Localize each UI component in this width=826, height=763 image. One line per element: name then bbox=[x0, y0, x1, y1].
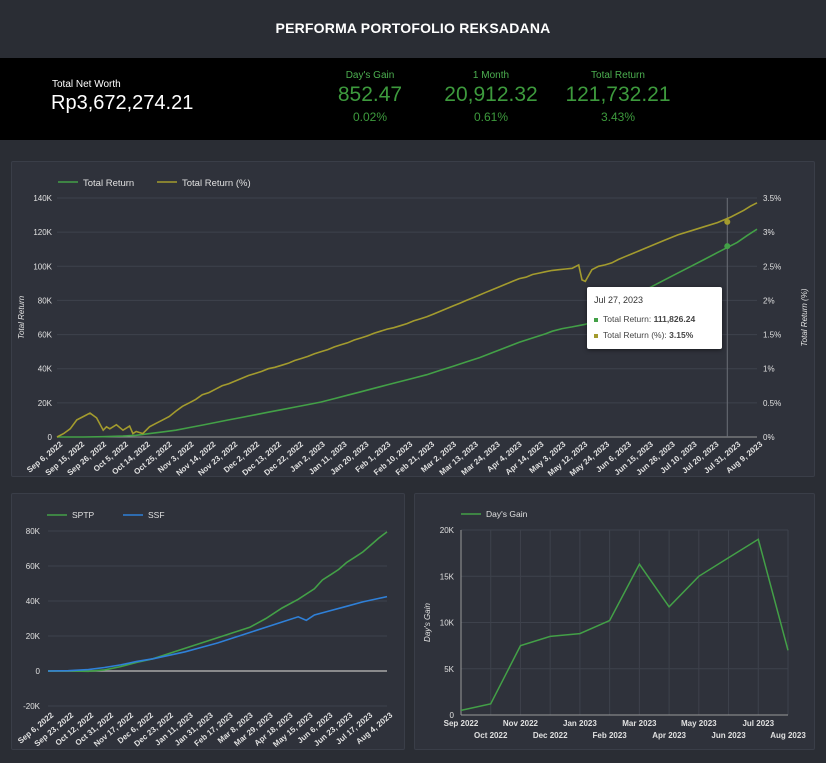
one-month-label: 1 Month bbox=[472, 70, 510, 81]
y-right-axis-label: Total Return (%) bbox=[800, 288, 809, 346]
kpi-one-month: 1 Month 20,912.32 0.61% bbox=[431, 70, 551, 124]
tooltip-row-total-return: Total Return: 111,826.24 bbox=[594, 314, 695, 324]
x-tick-label: Mar 2023 bbox=[622, 719, 657, 728]
total-return-label: Total Return bbox=[591, 70, 645, 81]
y-left-tick: 120K bbox=[33, 228, 52, 237]
chart-tooltip: Jul 27, 2023 Total Return: 111,826.24 To… bbox=[587, 287, 722, 349]
y-tick: 20K bbox=[440, 526, 455, 535]
x-tick-label: Sep 2022 bbox=[444, 719, 479, 728]
y-tick: 0 bbox=[36, 667, 41, 676]
y-right-tick: 3.5% bbox=[763, 194, 781, 203]
net-worth-value: Rp3,672,274.21 bbox=[51, 92, 194, 114]
y-left-tick: 40K bbox=[38, 365, 53, 374]
net-worth-label: Total Net Worth bbox=[52, 79, 121, 90]
x-tick-label: Nov 2022 bbox=[503, 719, 539, 728]
total-return-pct: 3.43% bbox=[600, 110, 636, 124]
one-month-value: 20,912.32 bbox=[444, 83, 538, 106]
y-left-tick: 100K bbox=[33, 262, 52, 271]
tooltip-swatch-green bbox=[594, 317, 598, 322]
series-line-0 bbox=[460, 538, 789, 712]
x-tick-label: Dec 2022 bbox=[533, 731, 568, 740]
y-left-axis-label: Total Return bbox=[17, 295, 26, 339]
y-right-tick: 1.5% bbox=[763, 331, 781, 340]
page-title: PERFORMA PORTOFOLIO REKSADANA bbox=[275, 20, 551, 36]
tooltip-row1-label: Total Return: bbox=[603, 314, 652, 324]
tooltip-row2-label: Total Return (%): bbox=[603, 330, 667, 340]
y-left-tick: 140K bbox=[33, 194, 52, 203]
y-right-tick: 0.5% bbox=[763, 399, 781, 408]
kpi-strip: Total Net Worth Rp3,672,274.21 Day's Gai… bbox=[0, 58, 826, 140]
kpi-days-gain: Day's Gain 852.47 0.02% bbox=[310, 70, 430, 124]
y-right-tick: 3% bbox=[763, 228, 775, 237]
x-tick-label: May 2023 bbox=[681, 719, 717, 728]
y-tick: 80K bbox=[26, 527, 41, 536]
days-gain-panel: 0 5K 10K 15K 20K Sep 2022 Oct 2022 Nov 2022 Dec … bbox=[414, 493, 815, 750]
y-tick: 15K bbox=[440, 572, 455, 581]
x-tick-label: Jan 2023 bbox=[563, 719, 597, 728]
fund-comparison-chart[interactable]: -20K020K40K60K80KSep 6, 2022Sep 23, 2022… bbox=[12, 494, 404, 749]
y-tick: 40K bbox=[26, 597, 41, 606]
x-tick-label: Jun 2023 bbox=[711, 731, 746, 740]
series-line-1 bbox=[47, 595, 388, 672]
x-tick-label: Apr 2023 bbox=[652, 731, 686, 740]
series-line-0 bbox=[48, 531, 388, 673]
y-right-tick: 2.5% bbox=[763, 262, 781, 271]
y-tick: 60K bbox=[26, 562, 41, 571]
fund-panel: -20K 0 20K 40K 60K 80K Sep 6, 2022 Sep 23, 2022… bbox=[11, 493, 405, 750]
y-left-tick: 60K bbox=[38, 331, 53, 340]
x-tick-label: Jul 2023 bbox=[742, 719, 774, 728]
x-tick-label: Feb 2023 bbox=[593, 731, 628, 740]
days-gain-value: 852.47 bbox=[337, 83, 403, 106]
y-tick: 10K bbox=[440, 619, 455, 628]
x-tick-label: Aug 2023 bbox=[770, 731, 806, 740]
legend-label-0: Day's Gain bbox=[486, 509, 528, 519]
kpi-total-return: Total Return 121,732.21 3.43% bbox=[558, 70, 678, 124]
legend-label-1: Total Return (%) bbox=[182, 178, 251, 189]
tooltip-row1-value: 111,826.24 bbox=[653, 314, 696, 324]
y-right-tick: 0% bbox=[763, 433, 775, 442]
y-tick: -20K bbox=[23, 702, 41, 711]
y-left-tick: 0 bbox=[48, 433, 53, 442]
header: PERFORMA PORTOFOLIO REKSADANA bbox=[0, 0, 826, 58]
y-left-tick: 80K bbox=[38, 296, 53, 305]
y-tick: 5K bbox=[444, 665, 454, 674]
y-right-tick: 1% bbox=[763, 365, 775, 374]
one-month-pct: 0.61% bbox=[473, 110, 509, 124]
x-tick-label: Oct 2022 bbox=[474, 731, 508, 740]
tooltip-row2-value: 3.15% bbox=[669, 330, 694, 340]
days-gain-pct: 0.02% bbox=[352, 110, 388, 124]
hover-point-0 bbox=[724, 243, 731, 250]
y-left-tick: 20K bbox=[38, 399, 53, 408]
tooltip-swatch-olive bbox=[594, 333, 598, 338]
legend-label-0: SPTP bbox=[72, 510, 95, 520]
legend-label-1: SSF bbox=[148, 510, 165, 520]
tooltip-row-total-return-pct: Total Return (%): 3.15% bbox=[594, 330, 693, 340]
tooltip-date: Jul 27, 2023 bbox=[594, 295, 644, 305]
hover-point-1 bbox=[724, 218, 731, 225]
y-right-tick: 2% bbox=[763, 296, 775, 305]
total-return-value: 121,732.21 bbox=[565, 83, 671, 106]
days-gain-chart[interactable]: 05K10K15K20KSep 2022Oct 2022Nov 2022Dec … bbox=[415, 494, 814, 749]
legend-label-0: Total Return bbox=[83, 178, 134, 189]
days-gain-label: Day's Gain bbox=[345, 70, 395, 81]
y-tick: 20K bbox=[26, 632, 41, 641]
y-axis-label: Day's Gain bbox=[423, 603, 432, 642]
